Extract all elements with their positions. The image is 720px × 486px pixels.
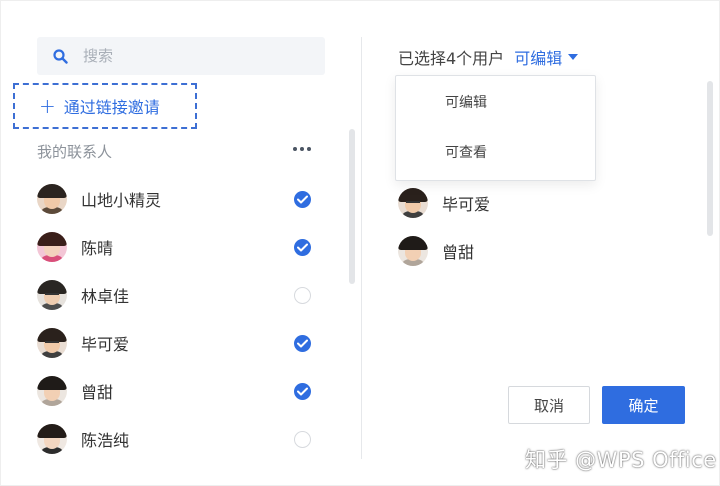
unchecked-circle-icon[interactable] [294,430,311,448]
selected-user-row: 曾甜 [398,227,688,275]
selected-user-name: 毕可爱 [442,195,491,214]
search-input[interactable] [83,47,303,65]
cancel-button[interactable]: 取消 [508,386,590,424]
avatar [37,280,67,310]
selected-user-row: 毕可爱 [398,179,688,227]
caret-down-icon [568,54,579,60]
invite-by-link-button[interactable]: + 通过链接邀请 [13,83,197,129]
contacts-section-title: 我的联系人 [37,143,113,161]
contact-name: 曾甜 [81,383,114,402]
checked-circle-icon[interactable] [294,190,311,208]
contact-name: 陈晴 [81,239,114,258]
selected-user-name: 曾甜 [442,243,475,262]
share-dialog: + 通过链接邀请 我的联系人 山地小精灵陈晴林卓佳毕可爱曾甜陈浩纯 已选择4个用… [0,0,720,486]
confirm-button[interactable]: 确定 [602,386,685,424]
watermark: 知乎 @WPS Office [525,448,717,472]
checked-circle-icon[interactable] [294,334,311,352]
avatar [398,188,428,218]
search-icon [53,49,68,64]
invite-by-link-label: 通过链接邀请 [63,98,160,117]
contact-row[interactable]: 陈晴 [37,223,327,271]
permission-option-view[interactable]: 可查看 [396,128,595,178]
contact-name: 毕可爱 [81,335,130,354]
panel-divider [361,37,362,459]
contact-row[interactable]: 毕可爱 [37,319,327,367]
avatar [37,424,67,454]
avatar [37,232,67,262]
contact-name: 林卓佳 [81,287,130,306]
checked-circle-icon[interactable] [294,382,311,400]
selected-count: 已选择4个用户 [398,49,505,68]
contact-row[interactable]: 山地小精灵 [37,175,327,223]
selected-header: 已选择4个用户 可编辑 [398,45,579,69]
avatar [37,328,67,358]
avatar [37,184,67,214]
selected-users-list: 毕可爱 曾甜 [398,179,688,275]
selected-scrollbar[interactable] [707,81,713,236]
avatar [37,376,67,406]
unchecked-circle-icon[interactable] [294,286,311,304]
search-box[interactable] [37,37,325,75]
avatar [398,236,428,266]
checked-circle-icon[interactable] [294,238,311,256]
contact-row[interactable]: 曾甜 [37,367,327,415]
contact-row[interactable]: 林卓佳 [37,271,327,319]
contact-row[interactable]: 陈浩纯 [37,415,327,463]
contacts-panel: + 通过链接邀请 我的联系人 山地小精灵陈晴林卓佳毕可爱曾甜陈浩纯 [1,1,361,486]
more-horizontal-icon[interactable] [293,147,311,151]
contact-name: 陈浩纯 [81,431,130,450]
permission-option-edit[interactable]: 可编辑 [396,78,595,128]
contacts-list: 山地小精灵陈晴林卓佳毕可爱曾甜陈浩纯 [37,175,327,463]
contacts-scrollbar[interactable] [349,129,355,284]
contact-name: 山地小精灵 [81,191,162,210]
permission-select-label: 可编辑 [514,49,563,68]
permission-select[interactable]: 可编辑 [514,45,579,69]
plus-icon: + [39,94,56,118]
permission-dropdown: 可编辑 可查看 [395,75,596,181]
